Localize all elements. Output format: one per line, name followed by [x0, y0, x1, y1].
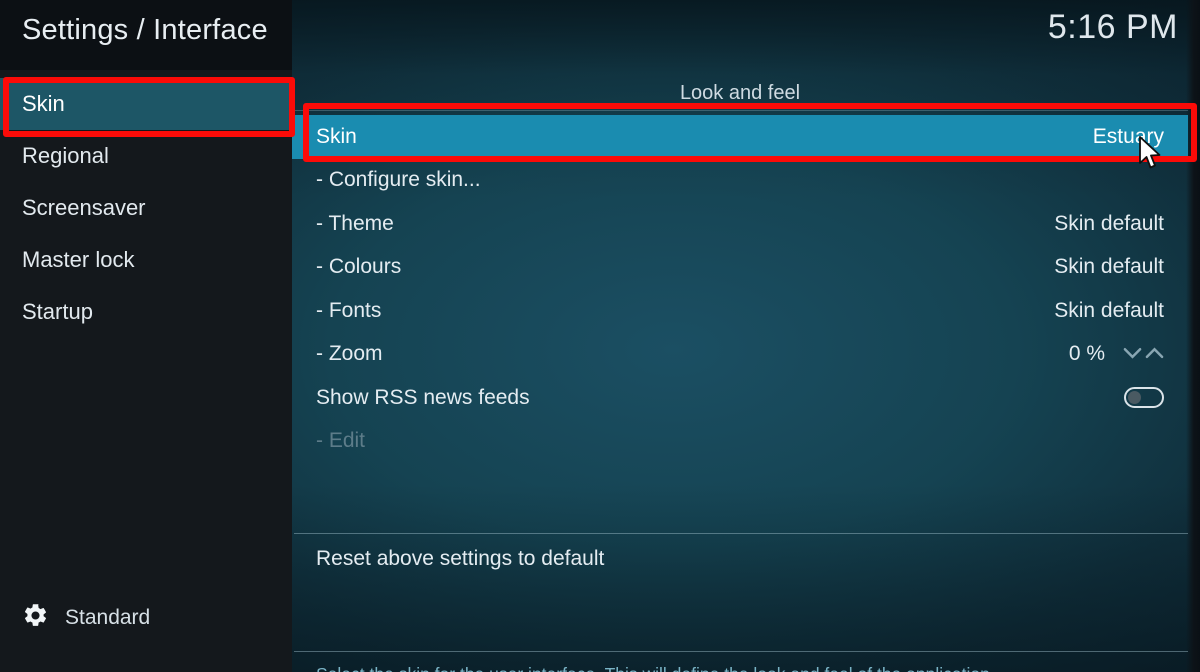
sidebar-item-regional[interactable]: Regional [0, 130, 292, 182]
reset-divider [294, 533, 1188, 534]
toggle-knob [1128, 391, 1141, 405]
setting-label: Reset above settings to default [316, 547, 605, 570]
setting-value: Skin default [1054, 255, 1164, 279]
chevron-down-icon[interactable] [1123, 342, 1142, 366]
setting-label: - Theme [316, 211, 394, 235]
sidebar-item-label: Master lock [22, 247, 135, 272]
setting-label: - Fonts [316, 298, 382, 322]
setting-row-edit: - Edit [292, 420, 1188, 464]
zoom-spinner[interactable] [1123, 342, 1164, 366]
settings-sidebar: Skin Regional Screensaver Master lock St… [0, 70, 292, 672]
setting-row-theme[interactable]: - Theme Skin default [292, 202, 1188, 246]
sidebar-item-label: Regional [22, 143, 109, 168]
setting-row-configure-skin[interactable]: - Configure skin... [292, 159, 1188, 203]
settings-main-panel: Look and feel Skin Estuary - Configure s… [292, 70, 1200, 672]
sidebar-item-master-lock[interactable]: Master lock [0, 234, 292, 286]
sidebar-item-label: Skin [22, 91, 65, 116]
sidebar-item-screensaver[interactable]: Screensaver [0, 182, 292, 234]
setting-value: 0 % [1068, 342, 1105, 366]
setting-row-fonts[interactable]: - Fonts Skin default [292, 289, 1188, 333]
setting-description: Select the skin for the user interface. … [316, 663, 1176, 672]
setting-row-reset-defaults[interactable]: Reset above settings to default [292, 538, 1188, 580]
settings-level-label: Standard [65, 606, 151, 629]
settings-list: Skin Estuary - Configure skin... - Theme… [292, 115, 1188, 463]
rss-toggle[interactable] [1124, 387, 1164, 409]
setting-row-zoom[interactable]: - Zoom 0 % [292, 333, 1188, 377]
category-divider [294, 110, 1188, 111]
setting-label: - Zoom [316, 342, 383, 366]
setting-value: Skin default [1054, 298, 1164, 322]
setting-label: - Colours [316, 255, 402, 279]
setting-value: Skin default [1054, 211, 1164, 235]
description-divider [294, 651, 1188, 652]
sidebar-item-skin[interactable]: Skin [0, 78, 292, 130]
sidebar-list: Skin Regional Screensaver Master lock St… [0, 78, 292, 338]
setting-row-skin[interactable]: Skin Estuary [292, 115, 1188, 159]
window-header: Settings / Interface 5:16 PM [0, 0, 1200, 70]
setting-label: Show RSS news feeds [316, 385, 530, 409]
sidebar-item-startup[interactable]: Startup [0, 286, 292, 338]
chevron-up-icon[interactable] [1145, 342, 1164, 366]
setting-row-show-rss-news-feeds[interactable]: Show RSS news feeds [292, 376, 1188, 420]
setting-row-colours[interactable]: - Colours Skin default [292, 246, 1188, 290]
page-title: Settings / Interface [22, 14, 268, 46]
sidebar-item-label: Screensaver [22, 195, 146, 220]
setting-label: Skin [316, 124, 357, 148]
settings-level-selector[interactable]: Standard [22, 602, 150, 634]
setting-label: - Configure skin... [316, 168, 481, 192]
setting-label: - Edit [316, 429, 366, 453]
clock: 5:16 PM [1047, 8, 1178, 46]
kodi-settings-window: Settings / Interface 5:16 PM Skin Region… [0, 0, 1200, 672]
sidebar-item-label: Startup [22, 299, 93, 324]
category-header: Look and feel [679, 82, 801, 104]
gear-icon [22, 602, 49, 634]
mouse-pointer-icon [1138, 136, 1164, 177]
